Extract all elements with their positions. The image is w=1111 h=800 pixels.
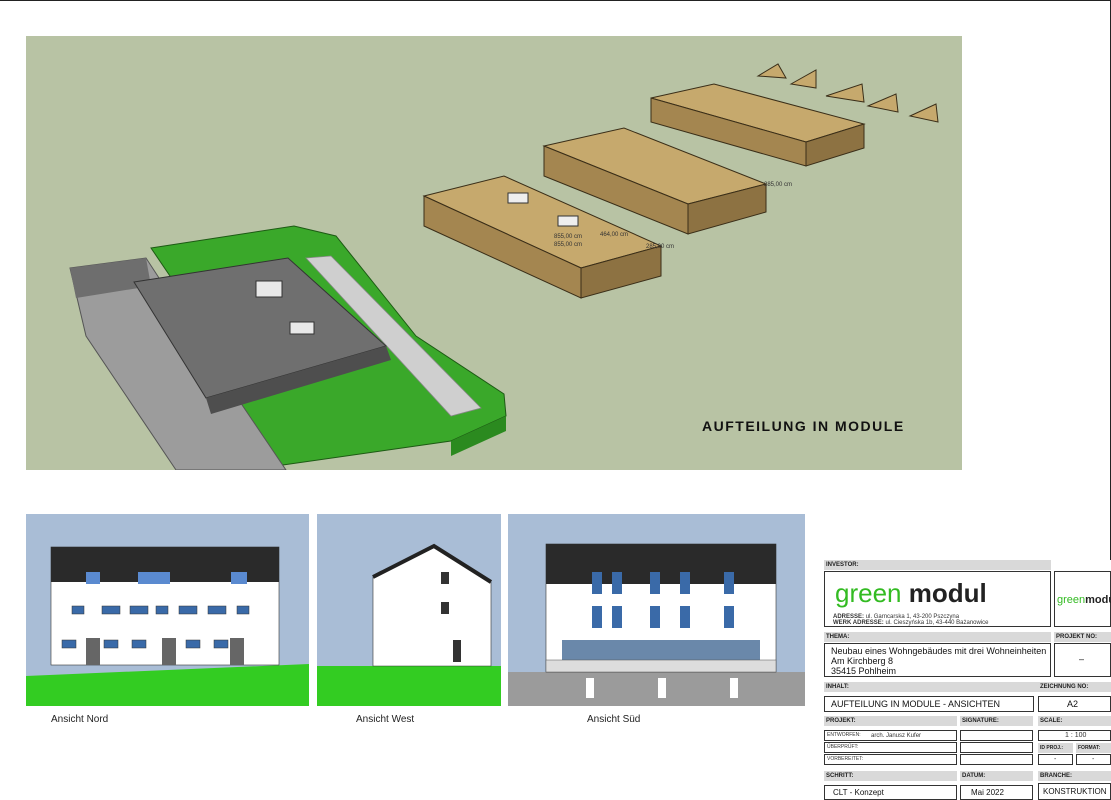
module-opening-b — [557, 215, 579, 227]
thema-line-1: Neubau eines Wohngebäudes mit drei Wohne… — [831, 646, 1047, 656]
elevation-nord-drawing — [26, 546, 309, 706]
investor-label: INVESTOR: — [824, 560, 1051, 570]
module-3d-view: 285,00 cm 285,00 cm 855,00 cm 855,00 cm … — [26, 36, 962, 470]
dim-label-2: 285,00 cm — [764, 182, 792, 188]
signature-cell-3 — [960, 754, 1033, 765]
scale-label: SCALE: — [1038, 716, 1111, 726]
scale-box: 1 : 100 — [1038, 730, 1111, 741]
scale-value: 1 : 100 — [1065, 732, 1087, 739]
brand-logo: green modul — [835, 580, 987, 606]
vorbereitet-row: VORBEREITET: — [824, 754, 957, 765]
roof-opening-2 — [289, 321, 315, 335]
elevation-west — [317, 514, 501, 706]
branche-value: KONSTRUKTION — [1043, 787, 1107, 796]
datum-value: Mai 2022 — [971, 788, 1004, 797]
id-proj-box: - — [1038, 754, 1073, 765]
logo-small-box: greenmodul — [1054, 571, 1111, 627]
elevation-west-label: Ansicht West — [356, 714, 415, 725]
thema-line-3: 35415 Pohlheim — [831, 666, 897, 676]
roof-piece-3 — [825, 83, 865, 103]
dim-label-4: 855,00 cm — [554, 242, 582, 248]
elevation-nord — [26, 514, 309, 706]
datum-box: Mai 2022 — [960, 785, 1033, 800]
entworfen-row: ENTWORFEN: arch. Janusz Kufer — [824, 730, 957, 741]
branche-label: BRANCHE: — [1038, 771, 1111, 781]
werk-address-row: WERK ADRESSE: ul. Cieszyńska 1b, 43-440 … — [833, 620, 989, 626]
brand-dark: modul — [908, 578, 987, 608]
zeichnung-box: A2 — [1038, 696, 1111, 712]
projekt-nr-box: – — [1054, 643, 1111, 677]
branche-box: KONSTRUKTION — [1038, 783, 1111, 800]
elevation-nord-label: Ansicht Nord — [51, 714, 109, 725]
zeichnung-value: A2 — [1067, 699, 1079, 709]
elevation-west-drawing — [317, 543, 501, 706]
projekt-nr-value: – — [1079, 654, 1085, 664]
module-opening-a — [507, 192, 529, 204]
title-block: INVESTOR: green modul ADRESSE: ul. Garnc… — [822, 557, 1111, 800]
ueberprueft-row: ÜBERPRÜFT: — [824, 742, 957, 753]
zeichnung-label: ZEICHNUNG NO: — [1038, 682, 1111, 692]
id-proj-label: ID PROJ.: — [1038, 743, 1073, 753]
thema-line-2: Am Kirchberg 8 — [831, 656, 894, 666]
elevation-sued-label: Ansicht Süd — [587, 714, 641, 725]
schritt-box: CLT - Konzept — [824, 785, 957, 800]
inhalt-value: AUFTEILUNG IN MODULE - ANSICHTEN — [831, 699, 1001, 709]
schritt-value: CLT - Konzept — [833, 788, 884, 797]
signature-cell-1 — [960, 730, 1033, 741]
datum-label: DATUM: — [960, 771, 1033, 781]
sheet-border-top — [0, 0, 1111, 1]
logo-small: greenmodul — [1057, 594, 1111, 606]
roof-piece-5 — [908, 103, 939, 123]
inhalt-box: AUFTEILUNG IN MODULE - ANSICHTEN — [824, 696, 1034, 712]
format-box: - — [1076, 754, 1111, 765]
dim-label-3: 855,00 cm — [554, 234, 582, 240]
signature-label: SIGNATURE: — [960, 716, 1033, 726]
format-label: FORMAT: — [1076, 743, 1111, 753]
schritt-label: SCHRITT: — [824, 771, 957, 781]
dim-label-5: 464,00 cm — [600, 232, 628, 238]
roof-piece-2 — [789, 69, 817, 89]
elevation-sued — [508, 514, 805, 706]
inhalt-label: INHALT: — [824, 682, 1051, 692]
signature-cell-2 — [960, 742, 1033, 753]
entworfen-value: arch. Janusz Kufer — [871, 733, 922, 739]
roof-piece-4 — [866, 93, 899, 113]
roof-opening-1 — [255, 280, 283, 298]
thema-box: Neubau eines Wohngebäudes mit drei Wohne… — [824, 643, 1051, 677]
module-3d-drawing: 285,00 cm 285,00 cm 855,00 cm 855,00 cm … — [69, 63, 939, 470]
elevation-sued-drawing — [508, 543, 805, 706]
thema-label: THEMA: — [824, 632, 1051, 642]
projekt-nr-label: PROJEKT NO: — [1054, 632, 1111, 642]
brand-green: green — [835, 578, 902, 608]
projekt-label: PROJEKT: — [824, 716, 957, 726]
dim-label-1: 285,00 cm — [646, 244, 674, 250]
main-panel-title: AUFTEILUNG IN MODULE — [702, 418, 905, 434]
roof-piece-1 — [756, 63, 787, 79]
investor-box: green modul ADRESSE: ul. Garncarska 1, 4… — [824, 571, 1051, 627]
